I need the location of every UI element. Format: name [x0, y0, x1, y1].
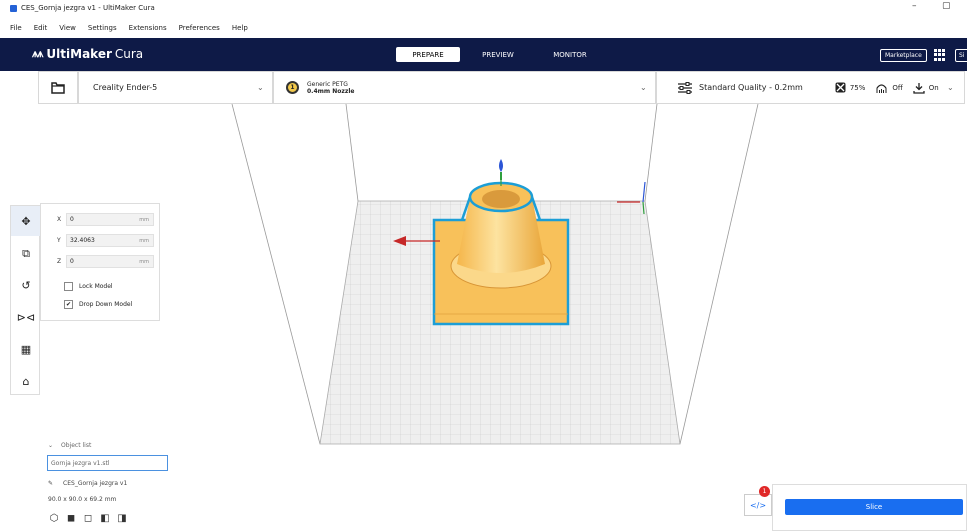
z-position-input[interactable]: 0 mm	[66, 255, 154, 268]
logo-brand: UltiMaker	[46, 47, 112, 61]
ultimaker-cura-logo: ⩚⩚ UltiMaker Cura	[32, 47, 143, 61]
printer-selector[interactable]: Creality Ender-5 ⌄	[78, 71, 273, 104]
menu-help[interactable]: Help	[232, 24, 260, 36]
tab-preview[interactable]: PREVIEW	[470, 47, 526, 62]
support-blocker-button[interactable]: ⌂	[11, 366, 41, 396]
y-value: 32.4063	[70, 237, 95, 244]
move-icon: ✥	[21, 214, 31, 228]
y-axis-label: Y	[57, 237, 61, 244]
move-tool-panel: X 0 mm Y 32.4063 mm Z 0 mm Lock Model ✔ …	[40, 203, 160, 321]
code-icon: </>	[749, 500, 767, 510]
window-titlebar: CES_Gornja jezgra v1 - UltiMaker Cura – …	[0, 0, 967, 16]
x-unit: mm	[139, 216, 149, 223]
view-orientation-bar: ⬡ ◼ ◻ ◧ ◨	[48, 513, 128, 525]
folder-icon	[51, 81, 65, 94]
move-tool-button[interactable]: ✥	[11, 206, 41, 236]
slice-panel: Slice	[772, 484, 967, 531]
lock-model-checkbox[interactable]	[64, 282, 73, 291]
mirror-icon: ⊳⊲	[16, 310, 36, 324]
quality-profile: Standard Quality - 0.2mm	[699, 83, 803, 92]
per-model-settings-button[interactable]: ▦	[11, 334, 41, 364]
code-view-button[interactable]: </>	[744, 494, 772, 516]
lock-model-option[interactable]: Lock Model	[64, 282, 113, 291]
logo-product: Cura	[114, 47, 144, 61]
material-name: Generic PETG	[307, 80, 348, 88]
ultimaker-logo-icon: ⩚⩚	[32, 47, 43, 60]
view-left-icon[interactable]: ◧	[99, 513, 111, 525]
printer-name: Creality Ender-5	[93, 83, 158, 92]
rotate-icon: ↺	[21, 278, 31, 292]
material-selector[interactable]: 1 Generic PETG 0.4mm Nozzle ⌄	[273, 71, 656, 104]
window-title: CES_Gornja jezgra v1 - UltiMaker Cura	[21, 4, 155, 12]
tool-strip: ✥ ⧉ ↺ ⊳⊲ ▦ ⌂	[10, 205, 41, 396]
cura-app-icon	[10, 4, 17, 12]
view-right-icon[interactable]: ◨	[116, 513, 128, 525]
y-unit: mm	[139, 237, 149, 244]
x-axis-label: X	[57, 216, 62, 223]
model-dimensions: 90.0 x 90.0 x 69.2 mm	[48, 496, 117, 503]
settings-sliders-icon	[678, 81, 692, 94]
support-value: Off	[892, 83, 903, 92]
rotate-tool-button[interactable]: ↺	[11, 270, 41, 300]
object-list-item[interactable]: Gornja jezgra v1.stl	[47, 455, 168, 471]
menu-file[interactable]: File	[10, 24, 34, 36]
x-value: 0	[70, 216, 74, 223]
infill-icon	[835, 82, 846, 93]
job-name-row: ✎ CES_Gornja jezgra v1	[48, 480, 127, 487]
scale-tool-button[interactable]: ⧉	[11, 239, 41, 269]
lock-model-label: Lock Model	[79, 283, 113, 290]
nozzle-size: 0.4mm Nozzle	[307, 87, 355, 95]
material-info: Generic PETG 0.4mm Nozzle	[307, 81, 354, 95]
per-model-settings-icon: ▦	[20, 342, 32, 356]
open-file-button[interactable]	[38, 71, 78, 104]
drop-down-model-checkbox[interactable]: ✔	[64, 300, 73, 309]
object-list-title: Object list	[61, 442, 92, 449]
x-position-input[interactable]: 0 mm	[66, 213, 154, 226]
pencil-icon[interactable]: ✎	[48, 480, 53, 487]
z-value: 0	[70, 258, 74, 265]
support-icon	[876, 83, 887, 93]
tab-prepare[interactable]: PREPARE	[396, 47, 460, 62]
view-top-icon[interactable]: ◻	[82, 513, 94, 525]
menu-edit[interactable]: Edit	[34, 24, 60, 36]
extruder-badge: 1	[286, 81, 299, 94]
marketplace-button[interactable]: Marketplace	[880, 49, 927, 62]
menu-settings[interactable]: Settings	[88, 24, 129, 36]
adhesion-icon	[913, 82, 925, 94]
drop-down-model-label: Drop Down Model	[79, 301, 133, 308]
z-axis-label: Z	[57, 258, 62, 265]
support-blocker-icon: ⌂	[22, 374, 30, 388]
menu-extensions[interactable]: Extensions	[129, 24, 179, 36]
drop-down-model-option[interactable]: ✔ Drop Down Model	[64, 300, 132, 309]
print-settings-selector[interactable]: Standard Quality - 0.2mm 75% Off On ⌄	[656, 71, 965, 104]
y-position-input[interactable]: 32.4063 mm	[66, 234, 154, 247]
z-unit: mm	[139, 258, 149, 265]
mirror-tool-button[interactable]: ⊳⊲	[11, 302, 41, 332]
job-name[interactable]: CES_Gornja jezgra v1	[63, 480, 127, 487]
object-list-toggle[interactable]: ⌄ Object list	[48, 442, 91, 449]
infill-value: 75%	[849, 83, 866, 92]
notification-badge: 1	[759, 486, 770, 497]
scale-icon: ⧉	[22, 247, 30, 260]
slice-button[interactable]: Slice	[785, 499, 963, 515]
view-3d-icon[interactable]: ⬡	[48, 513, 60, 525]
chevron-down-icon: ⌄	[947, 83, 954, 92]
view-front-icon[interactable]: ◼	[65, 513, 77, 525]
tab-monitor[interactable]: MONITOR	[538, 47, 602, 62]
chevron-down-icon: ⌄	[640, 83, 647, 92]
minimize-button[interactable]: –	[912, 1, 917, 11]
z-axis-arrow	[499, 159, 503, 172]
signin-button[interactable]: Si	[955, 49, 967, 62]
menu-view[interactable]: View	[59, 24, 88, 36]
adhesion-value: On	[928, 83, 939, 92]
menu-bar: File Edit View Settings Extensions Prefe…	[0, 24, 260, 36]
apps-grid-icon[interactable]	[934, 49, 946, 61]
chevron-down-icon: ⌄	[48, 442, 54, 449]
restore-button[interactable]: ▢	[942, 1, 951, 11]
chevron-down-icon: ⌄	[257, 83, 264, 92]
app-header: ⩚⩚ UltiMaker Cura PREPARE PREVIEW MONITO…	[0, 38, 967, 71]
menu-preferences[interactable]: Preferences	[179, 24, 232, 36]
